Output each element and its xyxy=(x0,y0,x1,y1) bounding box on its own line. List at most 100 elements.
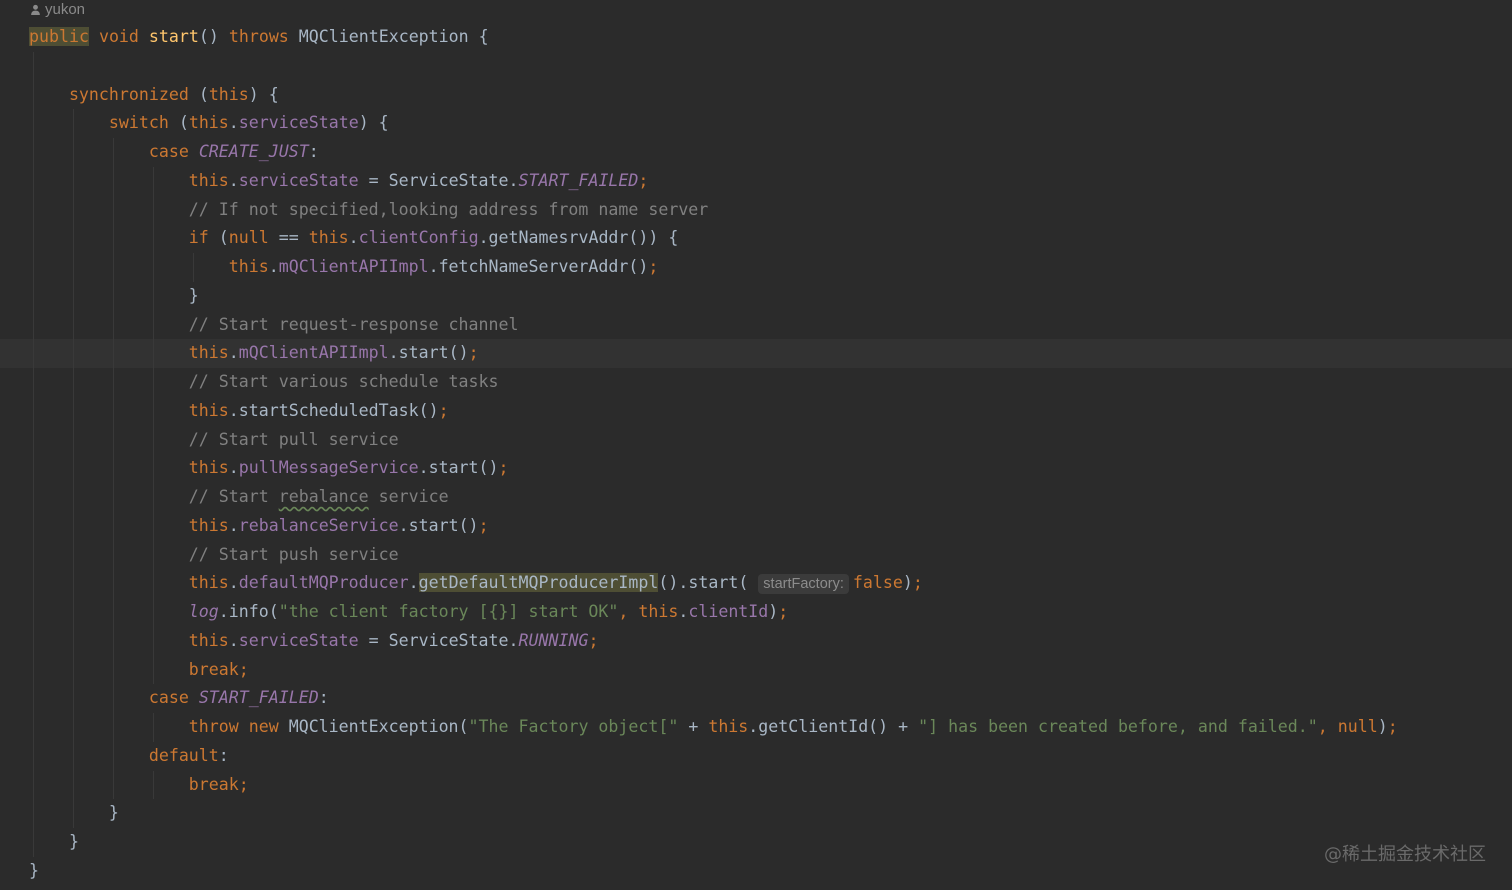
code-token: ().start( xyxy=(658,573,759,593)
code-token: . xyxy=(228,458,239,478)
code-line[interactable]: // Start various schedule tasks xyxy=(0,368,1512,397)
code-text: this.mQClientAPIImpl.fetchNameServerAddr… xyxy=(229,253,659,282)
code-token: this xyxy=(708,717,749,736)
code-token: } xyxy=(68,832,79,851)
code-token: = ServiceState. xyxy=(358,630,519,650)
code-text: this.serviceState = ServiceState.START_F… xyxy=(189,167,649,196)
indent-guide xyxy=(33,166,34,196)
code-line[interactable]: } xyxy=(0,799,1512,828)
code-line[interactable]: // If not specified,looking address from… xyxy=(0,195,1512,225)
indent-guide xyxy=(72,253,74,282)
indent-guide xyxy=(33,425,34,455)
code-token: CREATE_JUST xyxy=(198,142,309,161)
indent-guide xyxy=(152,425,154,455)
indent-guide xyxy=(152,569,154,598)
indent-guide xyxy=(72,109,74,138)
code-line[interactable]: this.rebalanceService.start(); xyxy=(0,511,1512,541)
code-token: break; xyxy=(188,774,249,794)
code-token: ) { xyxy=(248,84,279,104)
code-line[interactable]: case START_FAILED: xyxy=(0,684,1512,713)
code-line[interactable]: break; xyxy=(0,770,1512,800)
indent-guide xyxy=(33,540,34,570)
code-token: == xyxy=(268,228,309,248)
code-line[interactable]: } xyxy=(0,281,1512,311)
code-line[interactable]: } xyxy=(0,857,1512,886)
indent-guide xyxy=(72,770,74,800)
code-token: switch xyxy=(108,113,169,133)
code-line[interactable]: // Start rebalance service xyxy=(0,483,1512,512)
indent-guide xyxy=(112,454,114,483)
code-token: "] has been created before, and failed." xyxy=(918,717,1318,736)
code-token: this xyxy=(188,573,229,593)
code-token: void xyxy=(98,27,139,46)
code-token: .start() xyxy=(398,515,479,535)
indent-guide xyxy=(33,109,34,138)
code-line[interactable]: log.info("the client factory [{}] start … xyxy=(0,598,1512,627)
code-token: . xyxy=(228,515,239,535)
code-token: ; xyxy=(478,515,489,535)
code-line[interactable]: synchronized (this) { xyxy=(0,80,1512,110)
code-token: ; xyxy=(1387,717,1398,736)
code-token: ( xyxy=(188,84,209,104)
code-line[interactable]: // Start pull service xyxy=(0,425,1512,455)
code-line[interactable]: // Start push service xyxy=(0,540,1512,570)
code-token: .start() xyxy=(418,458,499,478)
code-text: default: xyxy=(149,742,229,771)
code-line[interactable]: // Start request-response channel xyxy=(0,310,1512,340)
watermark: @稀土掘金技术社区 xyxy=(1324,844,1486,865)
code-token: . xyxy=(408,573,419,593)
code-editor[interactable]: public void start() throws MQClientExcep… xyxy=(0,23,1512,886)
indent-guide xyxy=(152,166,154,196)
indent-guide xyxy=(112,626,114,656)
code-line[interactable]: this.pullMessageService.start(); xyxy=(0,454,1512,483)
code-token: . xyxy=(228,630,239,650)
indent-guide xyxy=(112,511,114,541)
code-token: ; xyxy=(638,170,649,190)
code-token: ; xyxy=(588,630,599,650)
code-text: // Start request-response channel xyxy=(189,311,519,340)
code-line[interactable]: if (null == this.clientConfig.getNamesrv… xyxy=(0,224,1512,253)
indent-guide xyxy=(152,253,154,282)
indent-guide xyxy=(152,713,154,742)
code-token: // Start pull service xyxy=(188,429,399,449)
code-line[interactable]: this.serviceState = ServiceState.RUNNING… xyxy=(0,626,1512,656)
indent-guide xyxy=(72,224,74,253)
author-name: yukon xyxy=(45,0,86,18)
indent-guide xyxy=(33,684,34,713)
indent-guide xyxy=(152,368,154,397)
code-line[interactable]: this.defaultMQProducer.getDefaultMQProdu… xyxy=(0,569,1512,598)
indent-guide xyxy=(112,540,114,570)
indent-guide xyxy=(33,368,34,397)
code-line[interactable]: switch (this.serviceState) { xyxy=(0,109,1512,138)
code-line[interactable] xyxy=(0,51,1512,81)
indent-guide xyxy=(72,310,74,340)
code-author-hint[interactable]: yukon xyxy=(30,0,85,18)
indent-guide xyxy=(152,281,154,311)
code-line[interactable]: this.mQClientAPIImpl.fetchNameServerAddr… xyxy=(0,253,1512,282)
indent-guide xyxy=(33,828,34,857)
code-text: break; xyxy=(189,656,249,685)
code-line[interactable]: throw new MQClientException("The Factory… xyxy=(0,713,1512,742)
code-line[interactable]: default: xyxy=(0,741,1512,771)
code-line[interactable]: break; xyxy=(0,655,1512,685)
code-line[interactable]: this.startScheduledTask(); xyxy=(0,396,1512,426)
indent-guide xyxy=(33,799,34,828)
code-token: .getClientId() + xyxy=(748,717,919,736)
code-token: . xyxy=(228,343,239,363)
indent-guide xyxy=(112,425,114,455)
code-token: rebalance xyxy=(278,487,369,506)
code-token: service xyxy=(368,487,449,506)
indent-guide xyxy=(112,396,114,426)
code-line[interactable]: public void start() throws MQClientExcep… xyxy=(0,23,1512,52)
code-token: ; xyxy=(648,257,659,276)
indent-guide xyxy=(112,195,114,225)
user-icon xyxy=(31,4,40,15)
indent-guide xyxy=(152,224,154,253)
code-line[interactable]: } xyxy=(0,828,1512,857)
code-line[interactable]: this.mQClientAPIImpl.start(); xyxy=(0,339,1512,368)
code-line[interactable]: this.serviceState = ServiceState.START_F… xyxy=(0,166,1512,196)
indent-guide xyxy=(33,80,34,110)
code-text: this.pullMessageService.start(); xyxy=(189,454,509,483)
code-line[interactable]: case CREATE_JUST: xyxy=(0,138,1512,167)
